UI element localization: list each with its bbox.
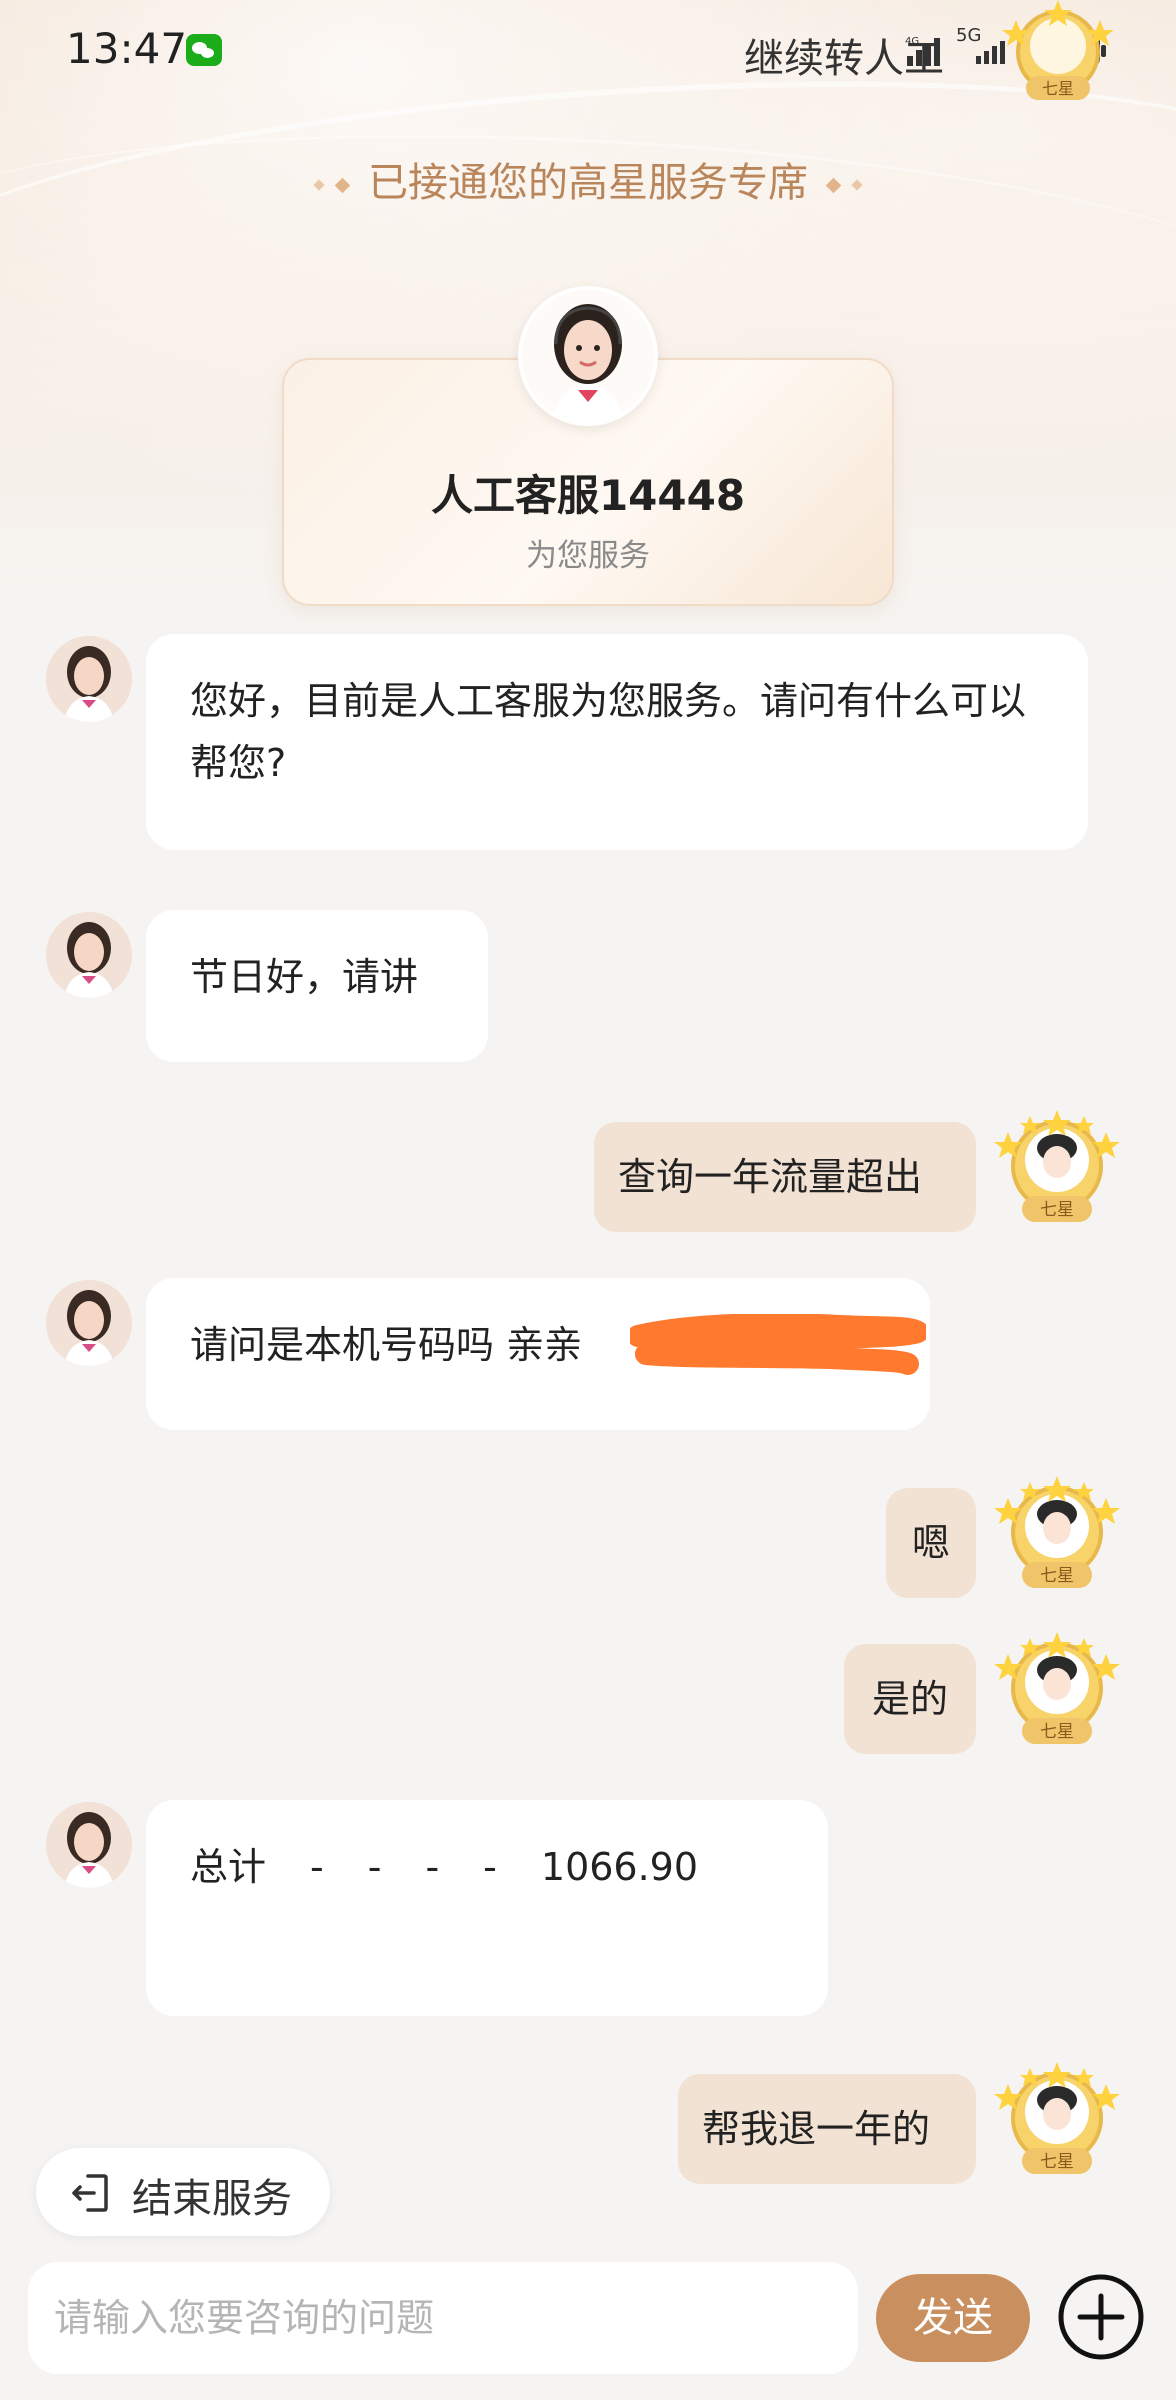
user-badge-label: 七星 [1040, 2152, 1074, 2172]
end-service-label: 结束服务 [132, 2176, 292, 2222]
message-bubble-user: 帮我退一年的 [678, 2074, 976, 2184]
end-service-button[interactable]: 结束服务 [36, 2148, 330, 2236]
diamond-icon [335, 177, 351, 193]
signal-icon: 4G [905, 36, 940, 66]
service-banner: 已接通您的高星服务专席 [0, 150, 1176, 208]
network-label: 4G [905, 36, 919, 47]
total-dash: - [425, 1845, 440, 1889]
agent-avatar-small [46, 1802, 132, 1888]
message-bubble-user: 查询一年流量超出 [594, 1122, 976, 1232]
diamond-icon [825, 177, 841, 193]
total-amount: 1066.90 [540, 1845, 699, 1889]
exit-icon [72, 2174, 108, 2212]
diamond-icon [851, 179, 863, 191]
agent-subtitle: 为您服务 [526, 538, 650, 574]
message-bubble-agent-total: 总计 - - - -1066.90 [146, 1800, 828, 2016]
user-avatar-star-badge-icon: 七星 [994, 1632, 1120, 1744]
banner-text: 已接通您的高星服务专席 [368, 160, 808, 206]
user-avatar-star-badge-icon: 七星 [994, 1476, 1120, 1588]
chat-screen: 13:47 继续转人工 4G 5G 59 七星 [0, 0, 1176, 2400]
message-input[interactable] [28, 2262, 858, 2374]
agent-avatar-small [46, 636, 132, 722]
agent-avatar [518, 286, 658, 426]
total-dash: - [483, 1845, 497, 1889]
diamond-icon [313, 179, 325, 191]
message-bubble-user: 是的 [844, 1644, 976, 1754]
wechat-icon [186, 34, 222, 66]
star-badge-icon: 七星 [1002, 0, 1114, 100]
agent-avatar-small [46, 912, 132, 998]
total-dash: - [367, 1845, 382, 1889]
user-badge-label: 七星 [1040, 1566, 1074, 1586]
user-badge-label: 七星 [1040, 1200, 1074, 1220]
user-badge-label: 七星 [1040, 1722, 1074, 1742]
badge-label: 七星 [1042, 79, 1074, 98]
status-time: 13:47 [66, 24, 188, 73]
user-avatar-star-badge-icon: 七星 [994, 2062, 1120, 2174]
total-label: 总计 [190, 1845, 267, 1889]
redaction-scribble [630, 1314, 926, 1375]
message-bubble-agent: 您好，目前是人工客服为您服务。请问有什么可以帮您? [146, 634, 1088, 850]
total-dash: - [310, 1845, 324, 1889]
plus-circle-icon[interactable] [1056, 2272, 1146, 2362]
message-bubble-user: 嗯 [886, 1488, 976, 1598]
agent-name: 人工客服14448 [430, 471, 746, 520]
agent-avatar-small [46, 1280, 132, 1366]
user-avatar-star-badge-icon: 七星 [994, 1110, 1120, 1222]
message-input-wrapper [28, 2262, 858, 2374]
message-bubble-agent: 节日好，请讲 [146, 910, 488, 1062]
status-bar: 13:47 继续转人工 4G 5G 59 七星 [0, 0, 1176, 100]
agent-portrait-icon [522, 290, 654, 422]
send-button[interactable]: 发送 [876, 2274, 1030, 2362]
